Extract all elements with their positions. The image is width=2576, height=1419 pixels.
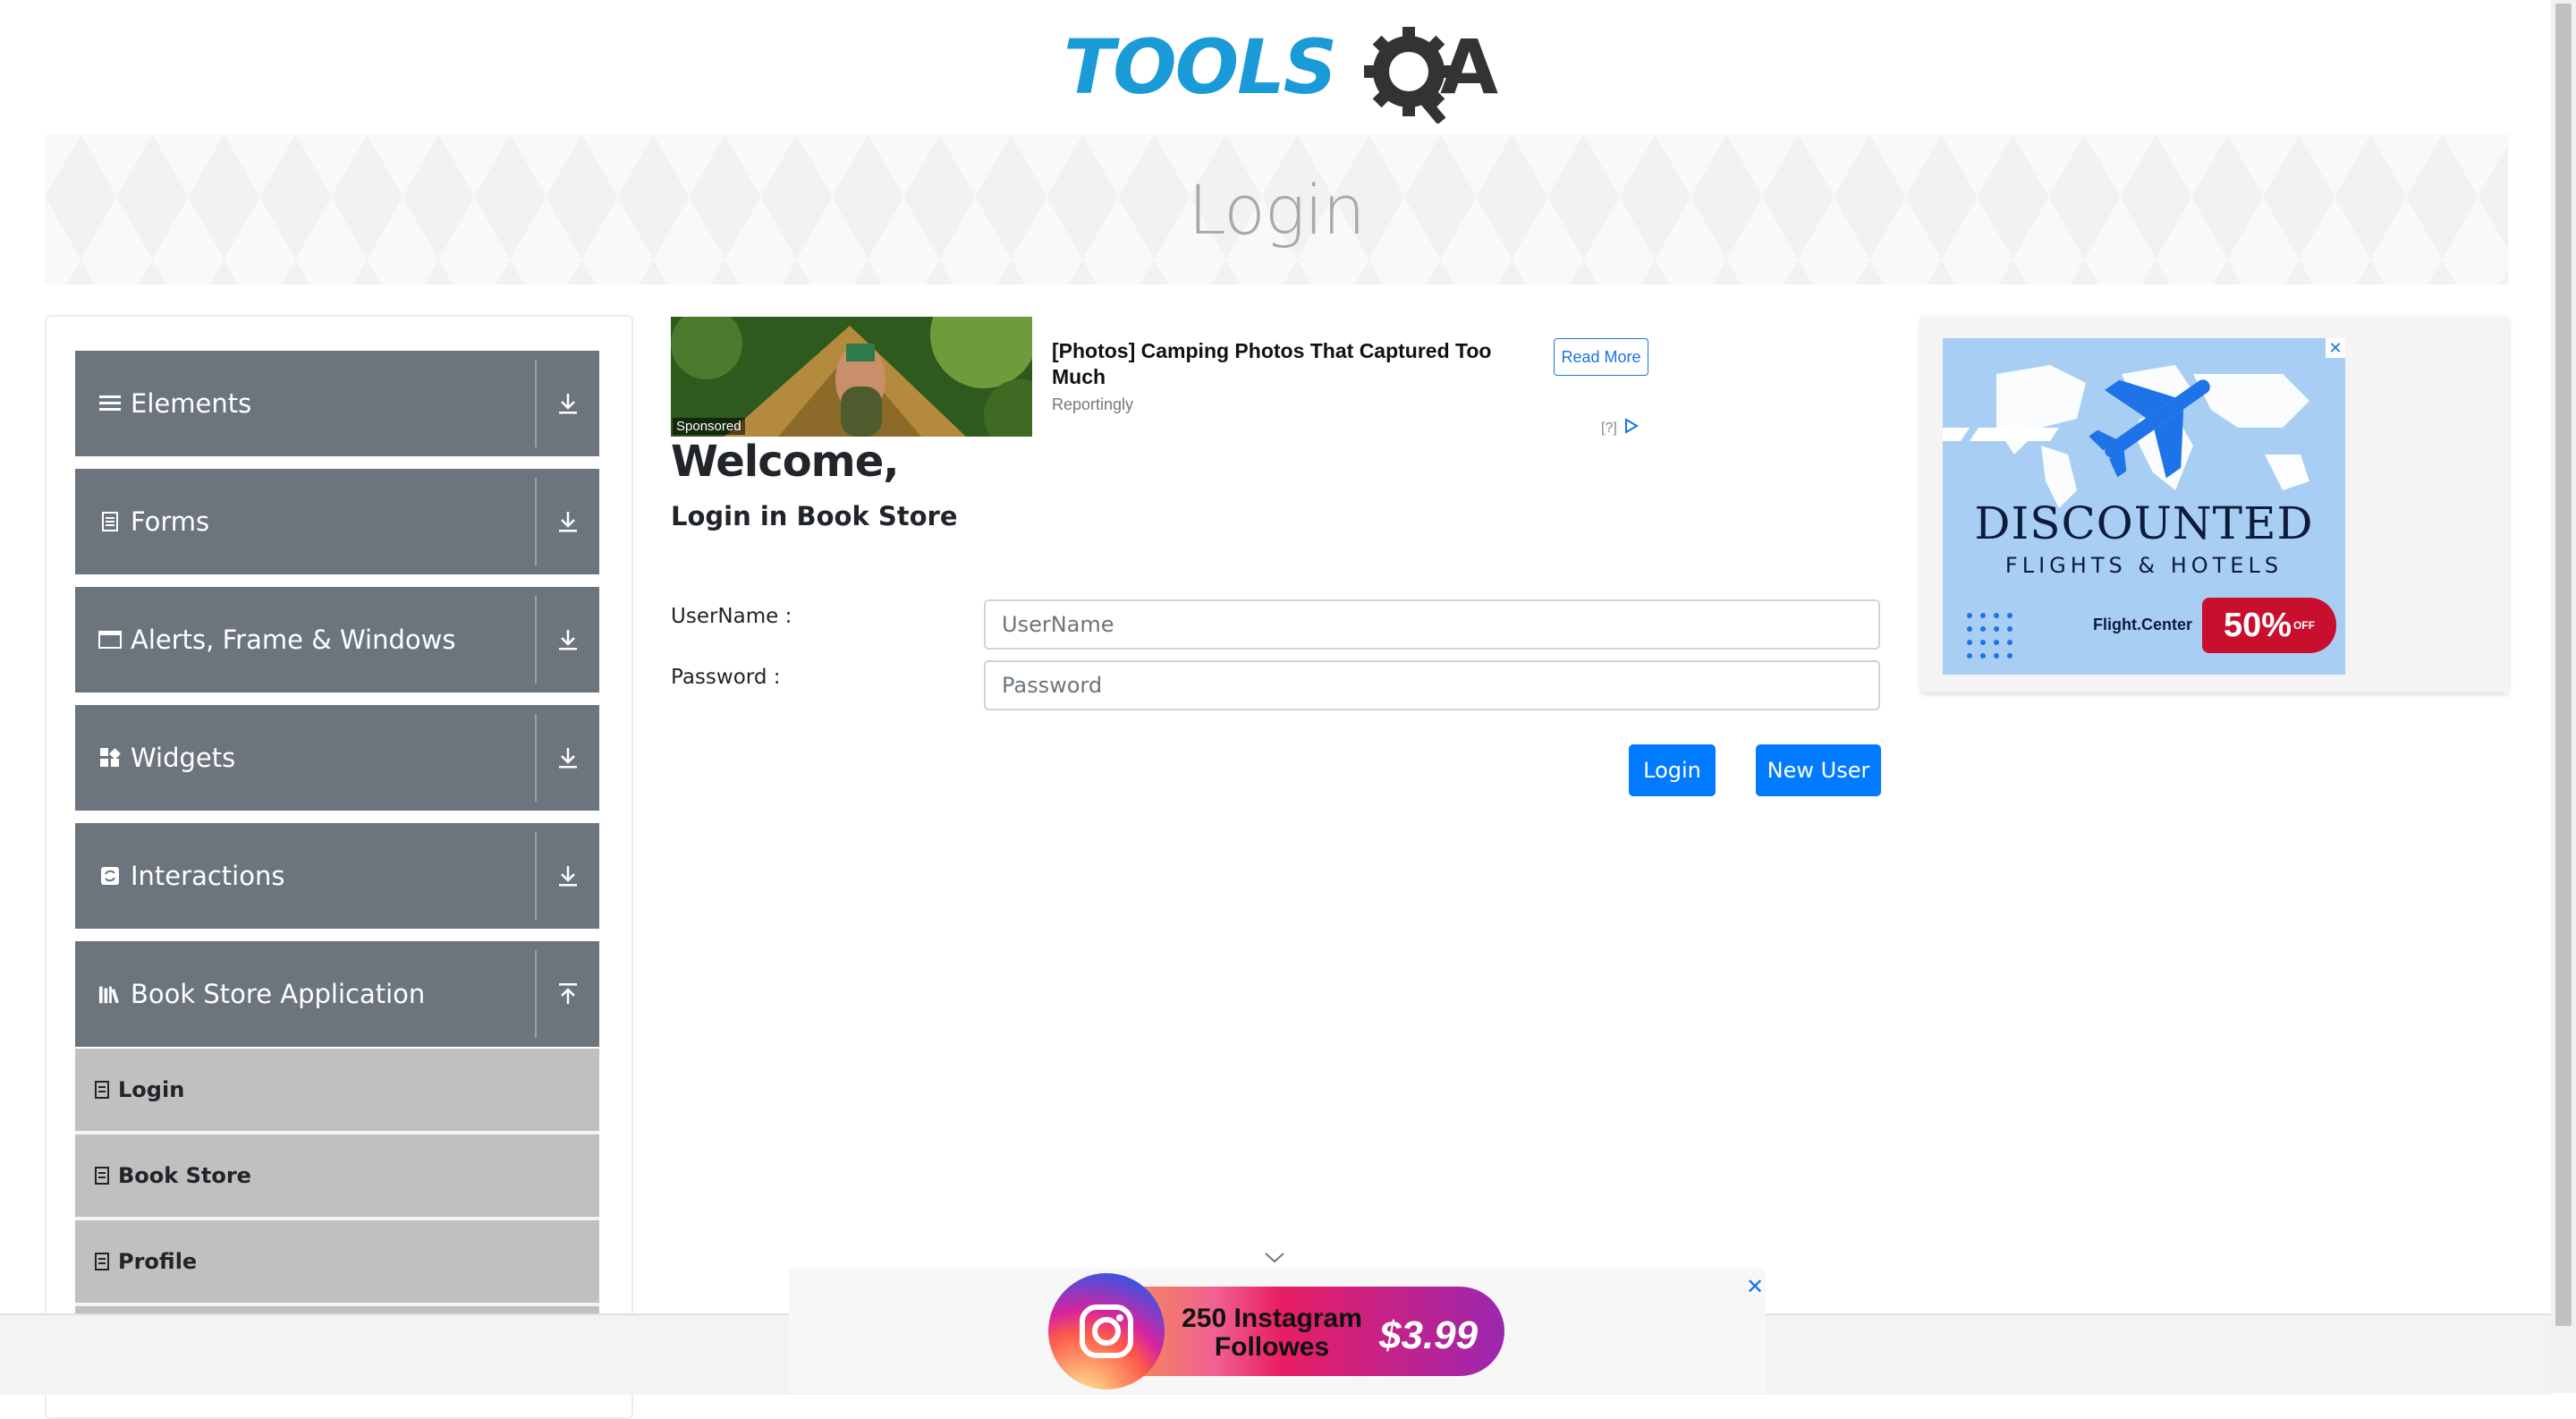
discount-tag: 50% OFF — [2202, 598, 2336, 653]
ad-help-link[interactable]: [?] — [1601, 421, 1617, 437]
sidebar-group-label: Widgets — [131, 743, 236, 773]
sidebar-item-profile[interactable]: Profile — [75, 1220, 599, 1306]
ad-image[interactable]: Sponsored — [671, 317, 1032, 437]
download-arrow-icon[interactable] — [537, 746, 599, 769]
page-scrollbar[interactable] — [2551, 0, 2576, 1393]
svg-text:TOOLS: TOOLS — [1063, 23, 1335, 111]
ad-price: $3.99 — [1379, 1313, 1479, 1357]
download-arrow-icon[interactable] — [537, 392, 599, 415]
download-arrow-icon[interactable] — [537, 628, 599, 651]
password-input[interactable] — [984, 660, 1880, 710]
login-button[interactable]: Login — [1629, 744, 1716, 796]
instagram-ad-banner[interactable]: 250 Instagram Followes $3.99 — [1048, 1273, 1504, 1389]
ad-title: DISCOUNTED — [1974, 497, 2314, 549]
sidebar-group-label: Forms — [131, 506, 210, 537]
sidebar-group-widgets[interactable]: Widgets — [75, 705, 599, 811]
ad-subtitle: FLIGHTS & HOTELS — [2004, 553, 2284, 578]
form-icon — [98, 511, 122, 532]
sidebar-item-label: Profile — [118, 1249, 198, 1274]
discount-value: 50% — [2223, 606, 2292, 644]
sponsored-ad[interactable]: Sponsored [Photos] Camping Photos That C… — [671, 317, 1655, 438]
ad-choices[interactable]: [?] — [1601, 417, 1640, 439]
ad-brand: Flight.Center — [2093, 616, 2192, 633]
scrollbar-thumb[interactable] — [2555, 4, 2572, 1326]
document-icon — [95, 1253, 109, 1270]
username-label: UserName : — [671, 605, 792, 628]
read-more-button[interactable]: Read More — [1554, 338, 1648, 376]
flight-ad-image[interactable]: DISCOUNTED FLIGHTS & HOTELS Flight.Cente… — [1943, 338, 2345, 675]
side-ad[interactable]: DISCOUNTED FLIGHTS & HOTELS Flight.Cente… — [1921, 317, 2508, 693]
interactions-icon — [98, 866, 122, 886]
chevron-down-icon[interactable] — [1263, 1251, 1286, 1270]
sidebar-group-interactions[interactable]: Interactions — [75, 823, 599, 929]
download-arrow-icon[interactable] — [537, 510, 599, 533]
new-user-button[interactable]: New User — [1756, 744, 1881, 796]
sidebar-group-label: Elements — [131, 388, 252, 419]
sidebar-item-book-store[interactable]: Book Store — [75, 1134, 599, 1220]
sidebar-item-label: Book Store — [118, 1163, 251, 1188]
password-label: Password : — [671, 666, 781, 689]
sidebar-group-alerts-frame-windows[interactable]: Alerts, Frame & Windows — [75, 587, 599, 693]
ad-headline[interactable]: [Photos] Camping Photos That Captured To… — [1052, 338, 1535, 390]
sidebar-item-login[interactable]: Login — [75, 1049, 599, 1134]
instagram-icon — [1048, 1273, 1165, 1389]
sponsored-label: Sponsored — [673, 418, 745, 435]
page-banner: Login — [45, 134, 2508, 285]
list-icon — [98, 394, 122, 413]
ad-text: 250 Instagram Followes — [1182, 1304, 1362, 1362]
svg-text:A: A — [1440, 23, 1498, 111]
sidebar-group-label: Book Store Application — [131, 979, 426, 1009]
sidebar: Elements Forms Alerts, Frame & Windows W… — [45, 315, 633, 1419]
ad-source: Reportingly — [1052, 395, 1134, 413]
document-icon — [95, 1167, 109, 1185]
page-title: Login — [1188, 169, 1365, 250]
document-icon — [95, 1081, 109, 1099]
widgets-icon — [98, 747, 122, 769]
sidebar-group-elements[interactable]: Elements — [75, 351, 599, 456]
adchoices-icon[interactable] — [1623, 417, 1640, 439]
welcome-heading: Welcome, — [671, 437, 899, 487]
toolsqa-logo[interactable]: TOOLS A — [1060, 18, 1498, 125]
sidebar-group-label: Interactions — [131, 861, 285, 891]
books-icon — [98, 983, 122, 1005]
login-subtitle: Login in Book Store — [671, 501, 958, 531]
window-icon — [98, 630, 122, 650]
sidebar-group-label: Alerts, Frame & Windows — [131, 625, 456, 655]
close-icon[interactable]: ✕ — [1746, 1274, 1764, 1300]
bottom-ad[interactable]: 250 Instagram Followes $3.99 — [789, 1269, 1766, 1393]
username-input[interactable] — [984, 599, 1880, 650]
sidebar-item-label: Login — [118, 1077, 185, 1102]
download-arrow-icon[interactable] — [537, 864, 599, 888]
close-icon[interactable]: ✕ — [2326, 338, 2345, 358]
sidebar-group-book-store-application[interactable]: Book Store Application — [75, 941, 599, 1047]
upload-arrow-icon[interactable] — [537, 982, 599, 1006]
discount-off: OFF — [2293, 619, 2316, 632]
sidebar-group-forms[interactable]: Forms — [75, 469, 599, 574]
